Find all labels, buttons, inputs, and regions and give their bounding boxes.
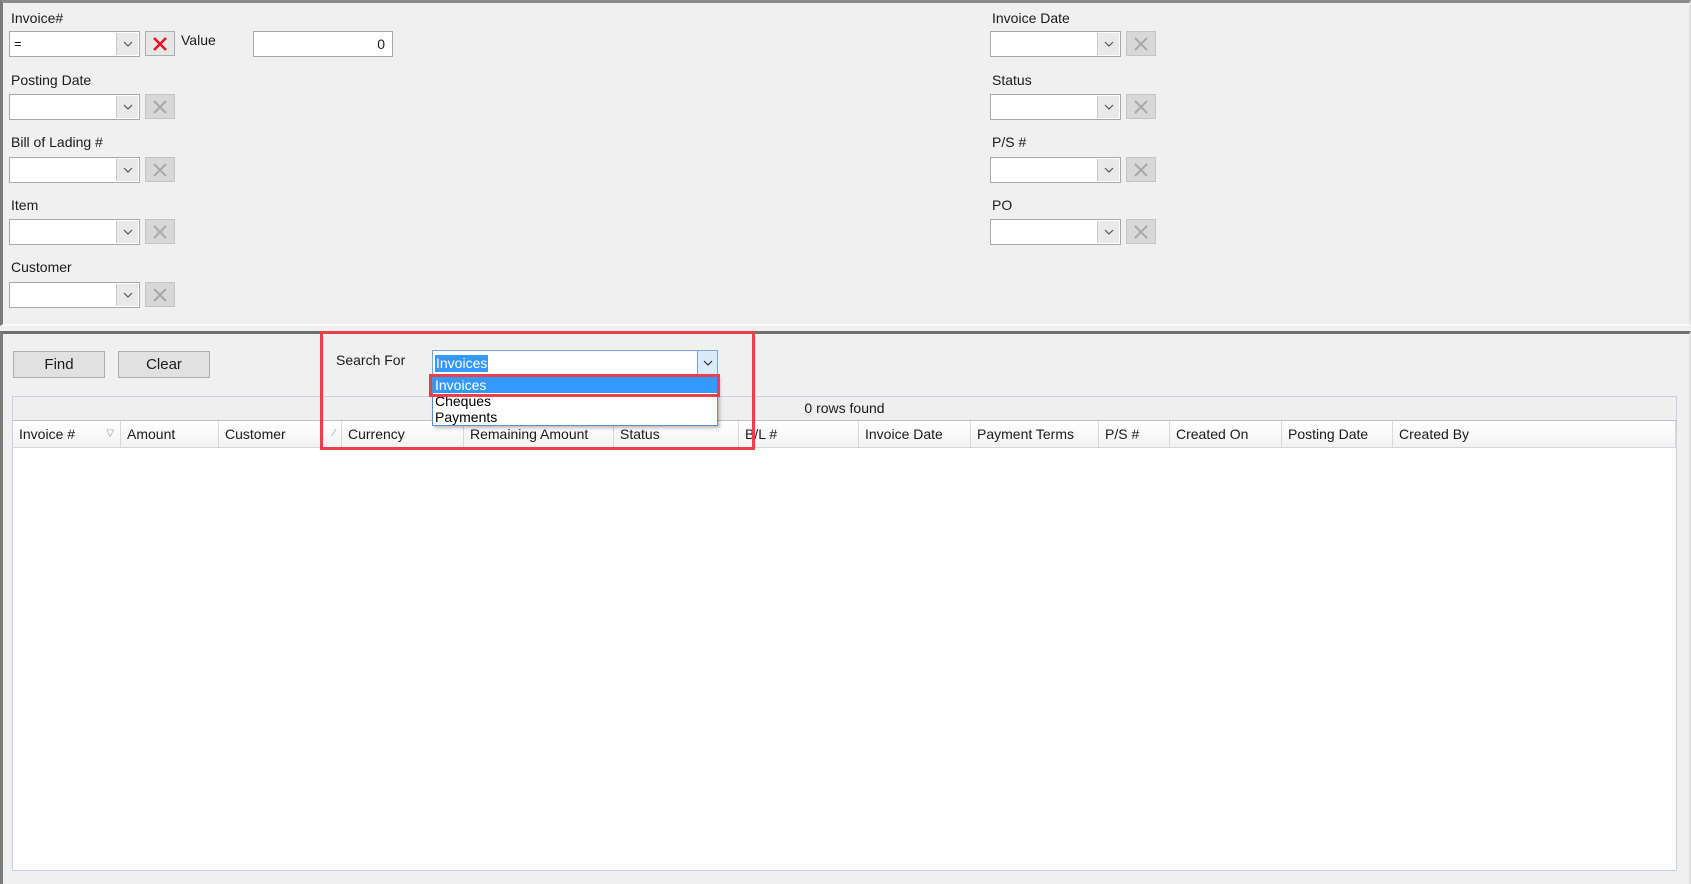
chevron-down-icon[interactable] xyxy=(1097,96,1119,118)
chevron-down-icon[interactable] xyxy=(116,221,138,243)
column-header-customer[interactable]: Customer ⁄ xyxy=(219,421,342,447)
chevron-down-icon[interactable] xyxy=(1097,159,1119,181)
chevron-down-icon[interactable] xyxy=(116,33,138,55)
bill-of-lading-combo[interactable] xyxy=(9,157,140,183)
close-icon xyxy=(1134,99,1148,114)
chevron-down-icon[interactable] xyxy=(116,284,138,306)
invoice-no-operator-combo[interactable]: = xyxy=(9,31,140,57)
search-for-combo[interactable]: Invoices xyxy=(432,350,718,376)
customer-combo[interactable] xyxy=(9,282,140,308)
posting-date-label: Posting Date xyxy=(11,72,92,88)
column-header-amount[interactable]: Amount xyxy=(121,421,219,447)
status-clear-button[interactable] xyxy=(1126,94,1156,119)
close-icon xyxy=(153,224,167,239)
find-button[interactable]: Find xyxy=(13,351,105,378)
search-for-dropdown-list: Invoices Cheques Payments xyxy=(432,376,718,426)
invoice-date-clear-button[interactable] xyxy=(1126,31,1156,56)
status-label: Status xyxy=(992,72,1032,88)
invoice-date-combo[interactable] xyxy=(990,31,1121,57)
invoice-date-label: Invoice Date xyxy=(992,10,1070,26)
column-header-created-on[interactable]: Created On xyxy=(1170,421,1282,447)
value-label: Value xyxy=(181,32,216,48)
column-header-posting-date[interactable]: Posting Date xyxy=(1282,421,1393,447)
bill-of-lading-clear-button[interactable] xyxy=(145,157,175,182)
filter-icon[interactable]: ▽ xyxy=(106,421,114,447)
ps-no-combo[interactable] xyxy=(990,157,1121,183)
close-icon xyxy=(153,162,167,177)
invoice-value-input[interactable]: 0 xyxy=(253,31,393,57)
ps-no-label: P/S # xyxy=(992,134,1027,150)
clear-button[interactable]: Clear xyxy=(118,351,210,378)
close-icon xyxy=(1134,36,1148,51)
sort-icon: ⁄ xyxy=(333,428,335,439)
column-header-invoice-no[interactable]: Invoice # ▽ xyxy=(13,421,121,447)
customer-clear-button[interactable] xyxy=(145,282,175,307)
chevron-down-icon[interactable] xyxy=(116,159,138,181)
column-header-created-by[interactable]: Created By xyxy=(1393,421,1676,447)
ps-no-clear-button[interactable] xyxy=(1126,157,1156,182)
customer-label: Customer xyxy=(11,259,72,275)
rows-found-caption: 0 rows found xyxy=(12,396,1677,420)
close-icon xyxy=(153,99,167,114)
search-for-label: Search For xyxy=(336,352,406,368)
column-header-ps-no[interactable]: P/S # xyxy=(1099,421,1170,447)
item-combo[interactable] xyxy=(9,219,140,245)
status-combo[interactable] xyxy=(990,94,1121,120)
invoice-no-label: Invoice# xyxy=(11,10,64,26)
column-header-bl-no[interactable]: B/L # xyxy=(739,421,859,447)
chevron-down-icon[interactable] xyxy=(697,351,717,375)
results-grid-body[interactable] xyxy=(12,448,1677,871)
po-combo[interactable] xyxy=(990,219,1121,245)
close-icon xyxy=(153,36,167,51)
invoice-no-clear-button[interactable] xyxy=(145,31,175,56)
dropdown-option-payments[interactable]: Payments xyxy=(433,409,717,425)
chevron-down-icon[interactable] xyxy=(1097,221,1119,243)
close-icon xyxy=(1134,162,1148,177)
item-clear-button[interactable] xyxy=(145,219,175,244)
close-icon xyxy=(1134,224,1148,239)
bill-of-lading-label: Bill of Lading # xyxy=(11,134,103,150)
posting-date-clear-button[interactable] xyxy=(145,94,175,119)
search-for-selected-value: Invoices xyxy=(435,355,489,372)
column-header-invoice-date[interactable]: Invoice Date xyxy=(859,421,971,447)
close-icon xyxy=(153,287,167,302)
dropdown-option-invoices[interactable]: Invoices xyxy=(433,377,717,393)
grid-header: Invoice # ▽ Amount Customer ⁄ Currency Rem… xyxy=(12,420,1677,448)
invoice-no-operator-value: = xyxy=(14,36,22,51)
column-header-payment-terms[interactable]: Payment Terms xyxy=(971,421,1099,447)
posting-date-combo[interactable] xyxy=(9,94,140,120)
po-label: PO xyxy=(992,197,1013,213)
chevron-down-icon[interactable] xyxy=(1097,33,1119,55)
chevron-down-icon[interactable] xyxy=(116,96,138,118)
po-clear-button[interactable] xyxy=(1126,219,1156,244)
item-label: Item xyxy=(11,197,39,213)
dropdown-option-cheques[interactable]: Cheques xyxy=(433,393,717,409)
